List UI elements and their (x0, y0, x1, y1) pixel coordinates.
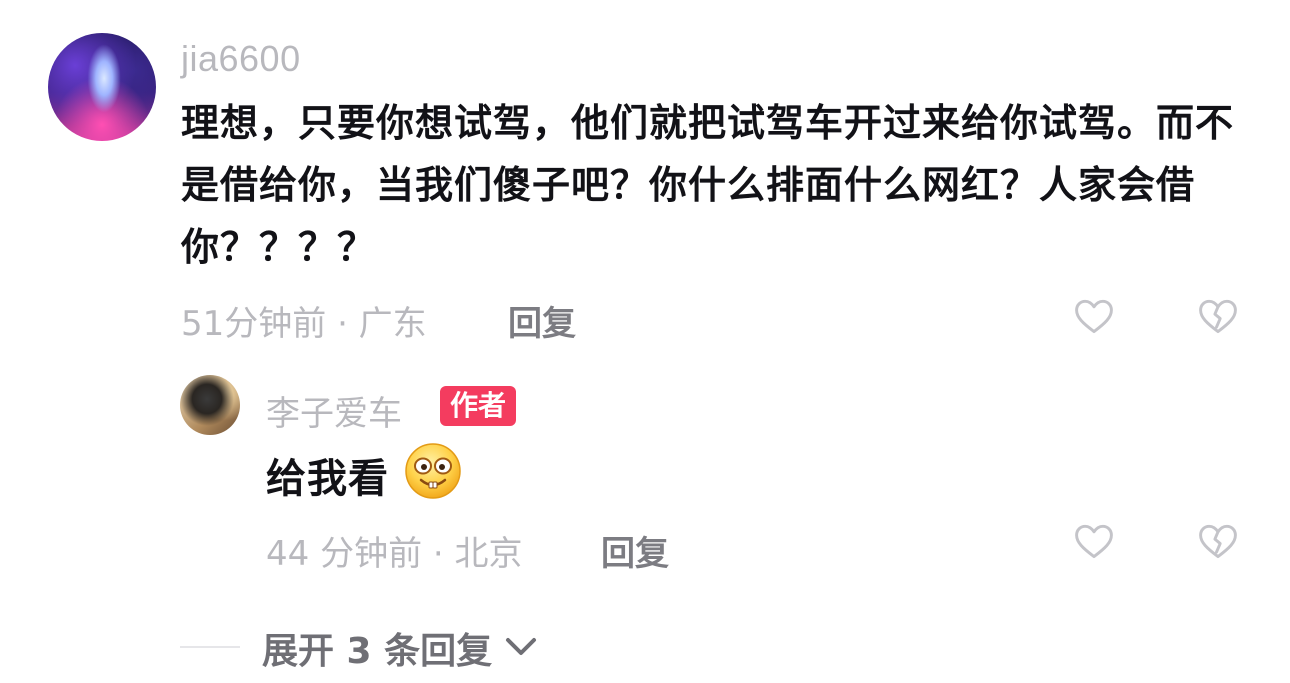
expand-replies-button[interactable]: 展开 3 条回复 (262, 622, 492, 674)
comment-meta: 51分钟前 · 广东 (181, 304, 427, 344)
reply-button[interactable]: 回复 (508, 296, 576, 345)
reply-text: 给我看 (266, 456, 389, 502)
commenter-avatar[interactable] (48, 33, 156, 141)
commenter-username[interactable]: jia6600 (181, 38, 301, 80)
reply-meta: 44 分钟前 · 北京 (266, 534, 523, 574)
reply-username[interactable]: 李子爱车 (266, 386, 402, 435)
heart-outline-icon[interactable] (1072, 294, 1116, 338)
reply-reply-button[interactable]: 回复 (601, 526, 669, 575)
nerd-face-emoji-icon (405, 443, 461, 499)
comment-text: 理想，只要你想试驾，他们就把试驾车开过来给你试驾。而不是借给你，当我们傻子吧？你… (181, 101, 1235, 269)
heart-outline-icon[interactable] (1072, 519, 1116, 563)
broken-heart-icon[interactable] (1196, 294, 1240, 338)
chevron-down-icon[interactable] (502, 632, 540, 660)
broken-heart-icon[interactable] (1196, 519, 1240, 563)
author-avatar[interactable] (180, 375, 240, 435)
author-badge: 作者 (440, 386, 517, 426)
expand-divider (180, 646, 240, 648)
